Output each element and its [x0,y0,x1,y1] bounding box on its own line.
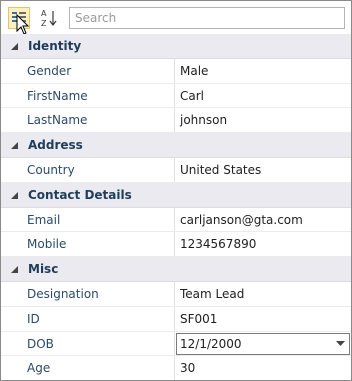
property-grid: A Z Identity Gender Male FirstName Carl [0,0,352,381]
property-row-age[interactable]: Age 30 [1,356,351,380]
category-label: Misc [28,262,59,277]
property-value[interactable]: 1234567890 [176,232,351,256]
category-contact-details[interactable]: Contact Details [1,182,351,208]
property-name: Designation [1,281,175,306]
alpha-bottom-letter: Z [41,19,47,28]
property-name: DOB [1,331,175,356]
category-label: Contact Details [28,187,132,202]
property-value[interactable]: johnson [176,108,351,132]
property-row-mobile[interactable]: Mobile 1234567890 [1,232,351,258]
alphabetical-sort-button[interactable]: A Z [38,7,60,29]
property-list: Identity Gender Male FirstName Carl Last… [1,34,351,380]
property-value[interactable]: carljanson@gta.com [176,208,351,232]
search-input[interactable] [69,7,345,29]
property-row-designation[interactable]: Designation Team Lead [1,281,351,307]
collapse-arrow-icon[interactable] [10,191,19,200]
collapse-arrow-icon[interactable] [10,265,19,274]
property-row-lastname[interactable]: LastName johnson [1,108,351,134]
property-row-gender[interactable]: Gender Male [1,58,351,84]
dropdown-button[interactable] [332,334,349,354]
property-row-email[interactable]: Email carljanson@gta.com [1,207,351,233]
property-row-id[interactable]: ID SF001 [1,306,351,332]
property-row-dob[interactable]: DOB 12/1/2000 [1,331,351,357]
property-name: Country [1,157,175,182]
collapse-arrow-icon[interactable] [10,141,19,150]
category-label: Address [28,138,83,153]
category-label: Identity [28,39,82,53]
property-row-firstname[interactable]: FirstName Carl [1,83,351,109]
property-name: Mobile [1,232,175,257]
property-value[interactable]: 12/1/2000 [180,337,242,351]
property-value[interactable]: Male [176,59,351,83]
mouse-cursor-icon [16,14,30,35]
property-value[interactable]: Carl [176,84,351,108]
category-address[interactable]: Address [1,133,351,158]
category-identity[interactable]: Identity [1,34,351,59]
property-name: Email [1,207,175,232]
property-value[interactable]: Team Lead [176,282,351,306]
property-name: ID [1,306,175,331]
alpha-top-letter: A [41,9,47,18]
property-name: FirstName [1,83,175,108]
property-value[interactable]: 30 [176,356,351,380]
sort-alphabetical-icon: A Z [41,9,57,28]
property-name: LastName [1,108,175,133]
property-value[interactable]: United States [176,158,351,182]
category-misc[interactable]: Misc [1,257,351,282]
property-row-country[interactable]: Country United States [1,157,351,183]
property-name: Gender [1,58,175,83]
collapse-arrow-icon[interactable] [10,42,19,51]
toolbar: A Z [1,1,351,35]
property-name: Age [1,356,175,380]
chevron-down-icon [336,340,345,346]
property-value[interactable]: SF001 [176,307,351,331]
dob-date-picker[interactable]: 12/1/2000 [176,332,350,355]
